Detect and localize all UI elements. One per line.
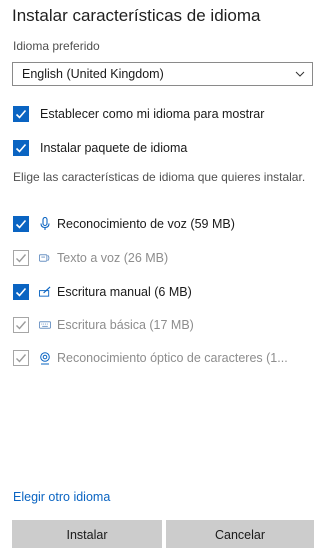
checkmark-icon <box>15 219 27 229</box>
preferred-language-dropdown[interactable]: English (United Kingdom) <box>12 62 313 86</box>
language-pack-label: Instalar paquete de idioma <box>40 141 188 155</box>
feature-ocr: Reconocimiento óptico de caracteres (1..… <box>13 349 288 367</box>
features-description: Elige las características de idioma que … <box>13 170 306 184</box>
basic-typing-checkbox <box>13 317 29 333</box>
chevron-down-icon <box>295 71 305 77</box>
checkmark-icon <box>16 354 27 363</box>
basic-typing-label: Escritura básica (17 MB) <box>57 318 194 332</box>
speech-recognition-checkbox[interactable] <box>13 216 29 232</box>
install-button[interactable]: Instalar <box>12 520 162 548</box>
checkmark-icon <box>16 254 27 263</box>
language-pack-checkbox[interactable] <box>13 140 29 156</box>
handwriting-label: Escritura manual (6 MB) <box>57 285 192 299</box>
preferred-language-value: English (United Kingdom) <box>22 67 164 81</box>
keyboard-icon <box>39 318 51 332</box>
speech-recognition-label: Reconocimiento de voz (59 MB) <box>57 217 235 231</box>
microphone-icon <box>39 217 51 231</box>
ocr-label: Reconocimiento óptico de caracteres (1..… <box>57 351 288 365</box>
text-to-speech-icon <box>39 251 51 265</box>
feature-basic-typing: Escritura básica (17 MB) <box>13 316 194 334</box>
checkmark-icon <box>15 109 27 119</box>
option-display-language[interactable]: Establecer como mi idioma para mostrar <box>13 105 264 123</box>
text-to-speech-label: Texto a voz (26 MB) <box>57 251 169 265</box>
ocr-icon <box>39 351 51 365</box>
option-language-pack[interactable]: Instalar paquete de idioma <box>13 139 187 157</box>
ocr-checkbox <box>13 350 29 366</box>
checkmark-icon <box>16 321 27 330</box>
feature-text-to-speech: Texto a voz (26 MB) <box>13 249 168 267</box>
feature-handwriting[interactable]: Escritura manual (6 MB) <box>13 283 192 301</box>
checkmark-icon <box>15 143 27 153</box>
handwriting-icon <box>39 285 51 299</box>
preferred-language-label: Idioma preferido <box>13 39 100 53</box>
cancel-button[interactable]: Cancelar <box>166 520 314 548</box>
dialog-title: Instalar características de idioma <box>12 6 261 25</box>
display-language-checkbox[interactable] <box>13 106 29 122</box>
choose-other-language-link[interactable]: Elegir otro idioma <box>13 490 110 504</box>
display-language-label: Establecer como mi idioma para mostrar <box>40 107 265 121</box>
text-to-speech-checkbox <box>13 250 29 266</box>
checkmark-icon <box>15 287 27 297</box>
handwriting-checkbox[interactable] <box>13 284 29 300</box>
feature-speech-recognition[interactable]: Reconocimiento de voz (59 MB) <box>13 215 235 233</box>
